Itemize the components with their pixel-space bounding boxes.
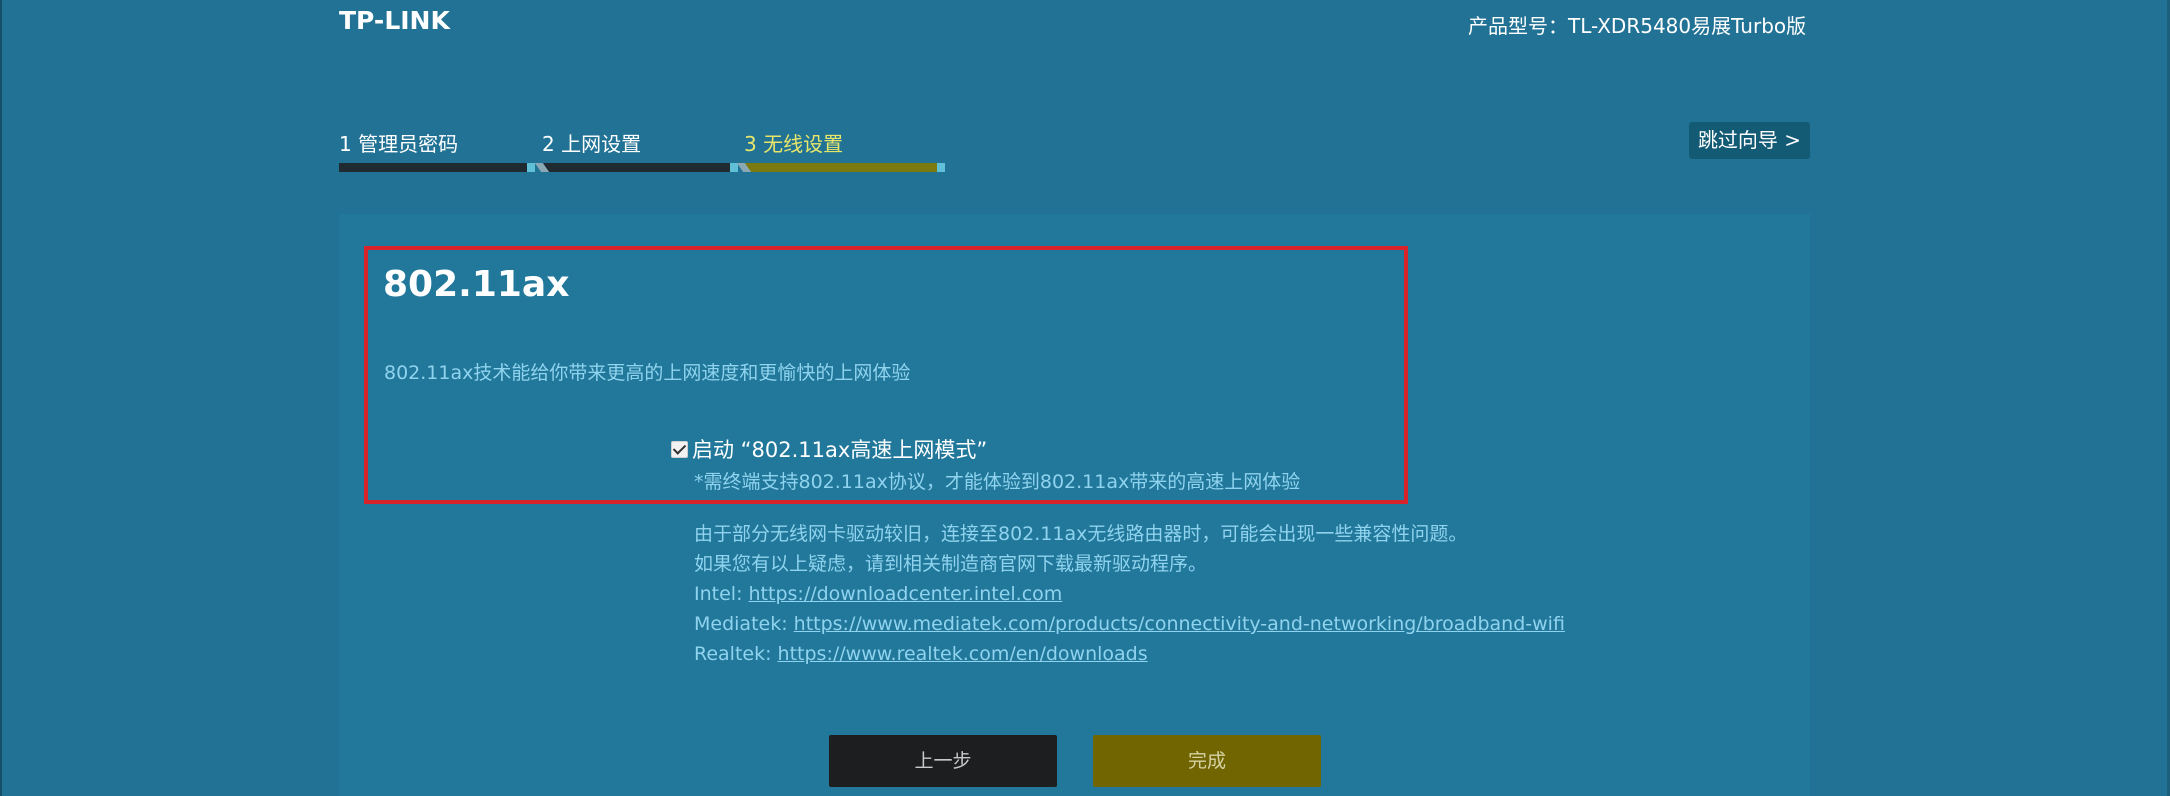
finish-button[interactable]: 完成 — [1093, 735, 1321, 787]
step-wireless-settings: 3 无线设置 — [744, 132, 844, 156]
enable-80211ax-label[interactable]: 启动 “802.11ax高速上网模式” — [692, 434, 987, 464]
mediatek-link-row: Mediatek: https://www.mediatek.com/produ… — [694, 609, 1565, 639]
setup-wizard-page: TP-LINK 产品型号：TL-XDR5480易展Turbo版 1 管理员密码 … — [0, 0, 2170, 796]
left-border — [0, 0, 2, 796]
terminal-support-note: *需终端支持802.11ax协议，才能体验到802.11ax带来的高速上网体验 — [694, 471, 1301, 493]
realtek-vendor-label: Realtek: — [694, 643, 778, 665]
product-model: 产品型号：TL-XDR5480易展Turbo版 — [1468, 14, 1807, 38]
driver-advice: 如果您有以上疑虑，请到相关制造商官网下载最新驱动程序。 — [694, 553, 1208, 575]
skip-wizard-button[interactable]: 跳过向导 > — [1689, 122, 1810, 159]
wizard-steps: 1 管理员密码 2 上网设置 3 无线设置 — [339, 128, 945, 174]
feature-title: 802.11ax — [383, 264, 570, 305]
tp-link-logo: TP-LINK — [339, 6, 450, 35]
realtek-link-row: Realtek: https://www.realtek.com/en/down… — [694, 639, 1565, 669]
mediatek-download-link[interactable]: https://www.mediatek.com/products/connec… — [794, 613, 1565, 635]
intel-download-link[interactable]: https://downloadcenter.intel.com — [749, 583, 1063, 605]
intel-link-row: Intel: https://downloadcenter.intel.com — [694, 579, 1565, 609]
step-bar-3 — [736, 163, 945, 172]
step-admin-password: 1 管理员密码 — [339, 132, 459, 156]
feature-description: 802.11ax技术能给你带来更高的上网速度和更愉快的上网体验 — [384, 362, 911, 384]
step-bar-1 — [339, 163, 535, 172]
enable-80211ax-option[interactable]: 启动 “802.11ax高速上网模式” — [671, 434, 987, 464]
previous-step-button[interactable]: 上一步 — [829, 735, 1057, 787]
driver-info: 由于部分无线网卡驱动较旧，连接至802.11ax无线路由器时，可能会出现一些兼容… — [694, 519, 1565, 669]
step-bar-2 — [534, 163, 738, 172]
realtek-download-link[interactable]: https://www.realtek.com/en/downloads — [778, 643, 1148, 665]
mediatek-vendor-label: Mediatek: — [694, 613, 794, 635]
compat-warning: 由于部分无线网卡驱动较旧，连接至802.11ax无线路由器时，可能会出现一些兼容… — [694, 523, 1468, 545]
step-internet-settings: 2 上网设置 — [542, 132, 642, 156]
intel-vendor-label: Intel: — [694, 583, 749, 605]
enable-80211ax-checkbox[interactable] — [671, 440, 688, 458]
